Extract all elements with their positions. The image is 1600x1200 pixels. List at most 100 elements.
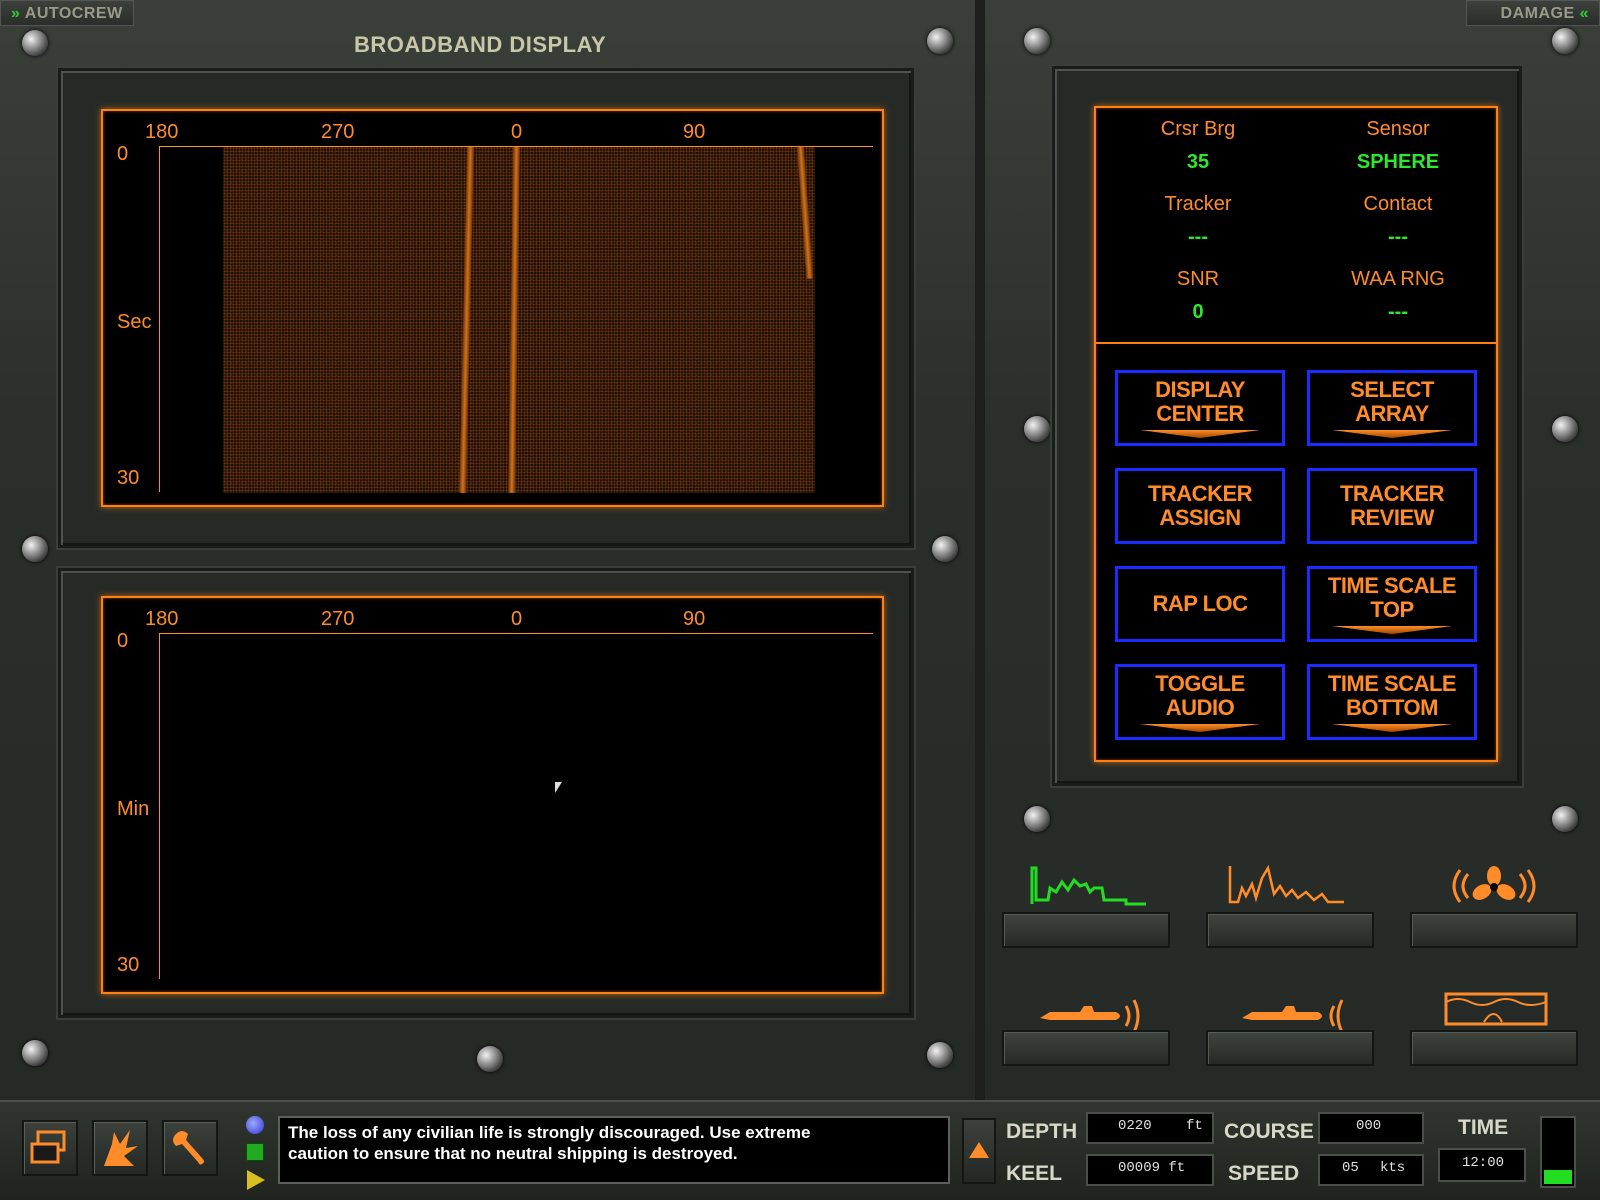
time-tick-top: 0 xyxy=(117,143,129,165)
tracker-review-button[interactable]: TRACKER REVIEW xyxy=(1307,468,1477,544)
mouse-cursor-icon xyxy=(555,782,562,793)
dropdown-arrow-icon xyxy=(1332,430,1452,438)
damage-tab[interactable]: DAMAGE « xyxy=(1466,0,1600,26)
speed-label: SPEED xyxy=(1228,1162,1300,1185)
tracker-assign-button[interactable]: TRACKER ASSIGN xyxy=(1115,468,1285,544)
sonar-info-panel: Crsr Brg 35 Sensor SPHERE Tracker --- Co… xyxy=(1094,106,1498,762)
course-readout[interactable]: 000 xyxy=(1318,1112,1424,1144)
keel-label: KEEL xyxy=(1006,1162,1063,1185)
time-axis xyxy=(159,146,160,492)
rivet-icon xyxy=(927,1042,953,1068)
waa-rng-value: --- xyxy=(1388,301,1408,323)
time-axis xyxy=(159,633,160,979)
message-line-1: The loss of any civilian life is strongl… xyxy=(288,1123,811,1142)
depth-readout[interactable]: 0220 ft xyxy=(1086,1112,1214,1144)
contact-value: --- xyxy=(1388,226,1408,248)
time-unit-label: Min xyxy=(117,798,150,820)
bearing-axis xyxy=(159,633,873,634)
narrowband-waveform-icon xyxy=(1228,864,1344,904)
message-line-2: caution to ensure that no neutral shippi… xyxy=(288,1144,738,1163)
cursor-bearing-label: Crsr Brg xyxy=(1160,118,1236,140)
time-tick-bottom: 30 xyxy=(117,467,140,489)
window-toggle-button[interactable] xyxy=(22,1120,78,1176)
bearing-tick-180: 180 xyxy=(145,608,179,630)
bearing-tick-90: 90 xyxy=(683,608,706,630)
active-sonar-station-button[interactable] xyxy=(1002,1030,1170,1066)
sensor-label: Sensor xyxy=(1366,118,1430,140)
bearing-tick-0: 0 xyxy=(511,608,523,630)
time-compression-gauge[interactable] xyxy=(1540,1116,1576,1188)
bearing-tick-270: 270 xyxy=(321,608,355,630)
broadband-waveform-icon xyxy=(1030,866,1146,906)
windows-icon xyxy=(30,1130,66,1164)
ocean-profile-icon xyxy=(1444,992,1548,1026)
submarine-listen-icon xyxy=(1242,999,1344,1033)
rivet-icon xyxy=(1552,28,1578,54)
rivet-icon xyxy=(22,536,48,562)
rivet-icon xyxy=(927,28,953,54)
select-array-button[interactable]: SELECT ARRAY xyxy=(1307,370,1477,446)
bearing-tick-0: 0 xyxy=(511,121,523,143)
message-log: The loss of any civilian life is strongl… xyxy=(278,1116,950,1184)
page-title: BROADBAND DISPLAY xyxy=(354,32,607,57)
top-broadband-display[interactable]: 180 270 0 90 0 Sec 30 xyxy=(101,109,884,507)
contact-label: Contact xyxy=(1363,193,1433,215)
message-scroll-up-button[interactable] xyxy=(962,1118,996,1184)
double-chevron-left-icon: « xyxy=(1579,5,1589,22)
rivet-icon xyxy=(477,1046,503,1072)
toggle-audio-button[interactable]: TOGGLE AUDIO xyxy=(1115,664,1285,740)
dropdown-arrow-icon xyxy=(1332,626,1452,634)
speed-readout[interactable]: 05 kts xyxy=(1318,1154,1424,1186)
tracker-value: --- xyxy=(1188,226,1208,248)
depth-label: DEPTH xyxy=(1006,1120,1078,1143)
dropdown-arrow-icon xyxy=(1140,724,1260,732)
arrow-up-icon xyxy=(969,1142,989,1158)
propeller-sound-icon xyxy=(1452,866,1536,903)
time-readout: 12:00 xyxy=(1438,1148,1526,1182)
play-indicator-icon[interactable] xyxy=(247,1170,265,1190)
time-unit-label: Sec xyxy=(117,311,152,333)
tracker-label: Tracker xyxy=(1164,193,1232,215)
waa-rng-label: WAA RNG xyxy=(1351,268,1445,290)
dropdown-arrow-icon xyxy=(1140,430,1260,438)
time-scale-bottom-button[interactable]: TIME SCALE BOTTOM xyxy=(1307,664,1477,740)
rivet-icon xyxy=(1024,28,1050,54)
navigation-station-button[interactable] xyxy=(1410,1030,1578,1066)
explosion-button[interactable] xyxy=(92,1120,148,1176)
options-button[interactable] xyxy=(162,1120,218,1176)
time-label: TIME xyxy=(1458,1116,1509,1139)
explosion-icon xyxy=(104,1130,138,1166)
rivet-icon xyxy=(1024,416,1050,442)
snr-label: SNR xyxy=(1176,268,1220,290)
broadband-station-button[interactable] xyxy=(1002,912,1170,948)
bottom-broadband-display[interactable]: 180 270 0 90 0 Min 30 xyxy=(101,596,884,994)
narrowband-station-button[interactable] xyxy=(1206,912,1374,948)
bearing-tick-180: 180 xyxy=(145,121,179,143)
rivet-icon xyxy=(932,536,958,562)
display-center-button[interactable]: DISPLAY CENTER xyxy=(1115,370,1285,446)
demon-station-button[interactable] xyxy=(1410,912,1578,948)
rivet-icon xyxy=(1024,806,1050,832)
wrench-icon xyxy=(173,1131,204,1165)
rivet-icon xyxy=(1552,806,1578,832)
time-scale-top-button[interactable]: TIME SCALE TOP xyxy=(1307,566,1477,642)
bearing-tick-90: 90 xyxy=(683,121,706,143)
time-tick-bottom: 30 xyxy=(117,954,140,976)
gauge-fill xyxy=(1544,1170,1572,1184)
double-chevron-icon: » xyxy=(11,5,21,22)
snr-value: 0 xyxy=(1192,301,1204,323)
passive-sonar-station-button[interactable] xyxy=(1206,1030,1374,1066)
dropdown-arrow-icon xyxy=(1332,724,1452,732)
submarine-ping-icon xyxy=(1040,999,1140,1033)
autocrew-tab[interactable]: » AUTOCREW xyxy=(0,0,134,26)
stop-indicator-icon[interactable] xyxy=(246,1143,264,1161)
panel-divider xyxy=(1096,342,1496,344)
rivet-icon xyxy=(1552,416,1578,442)
course-label: COURSE xyxy=(1224,1120,1314,1143)
bearing-tick-270: 270 xyxy=(321,121,355,143)
record-indicator-icon[interactable] xyxy=(246,1116,264,1134)
cursor-bearing-value: 35 xyxy=(1186,151,1210,173)
rivet-icon xyxy=(22,30,48,56)
rap-loc-button[interactable]: RAP LOC xyxy=(1115,566,1285,642)
rivet-icon xyxy=(22,1040,48,1066)
